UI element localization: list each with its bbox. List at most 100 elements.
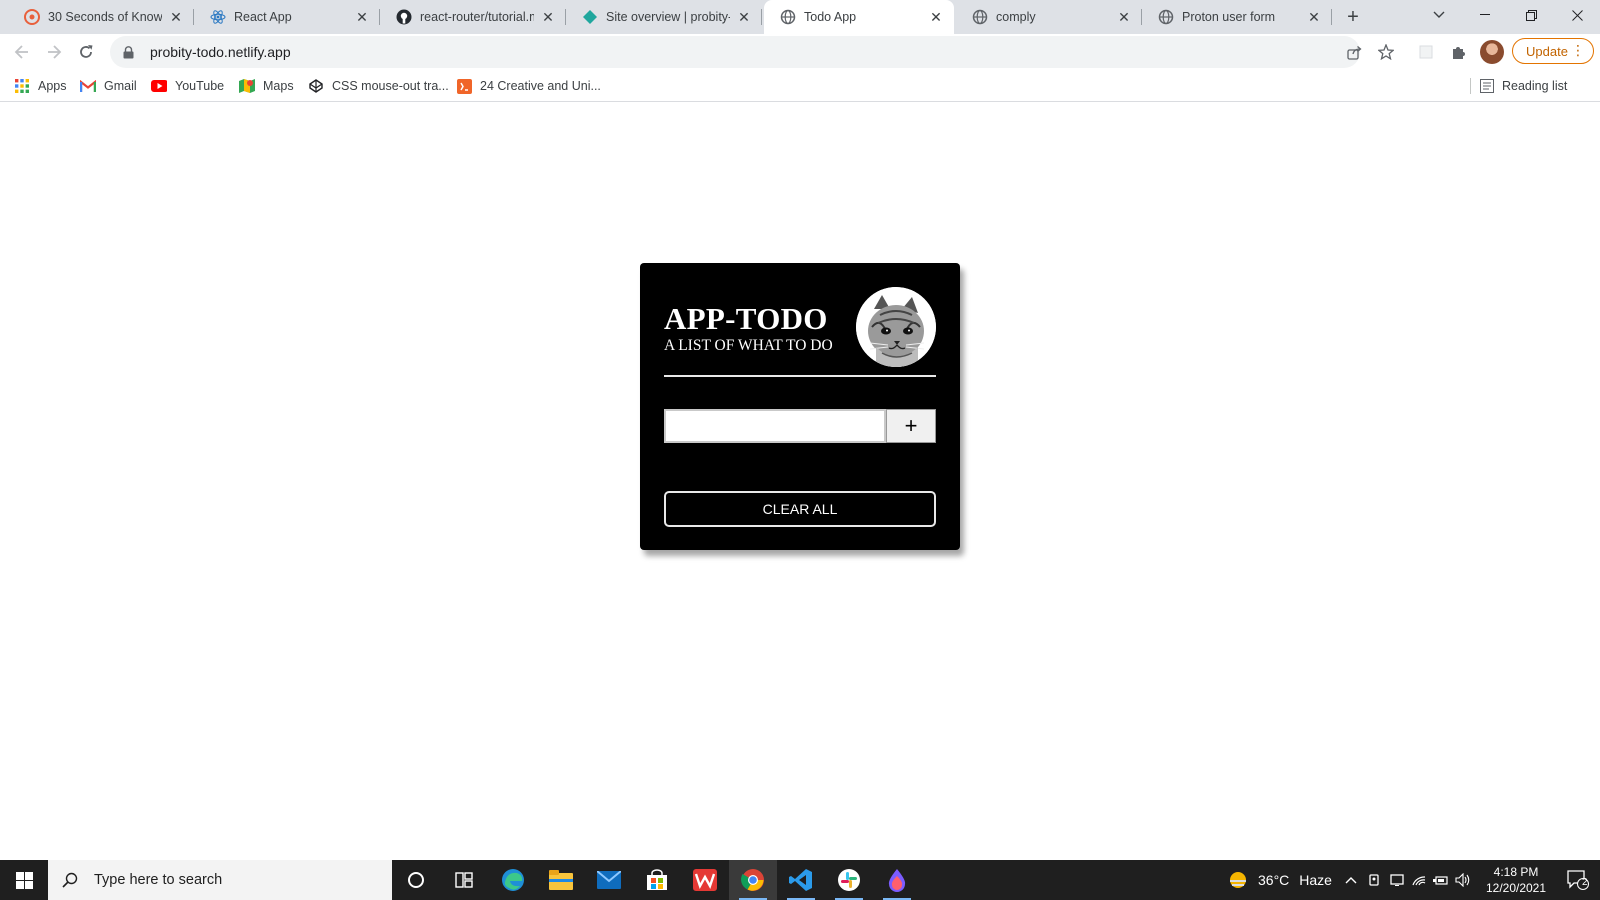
close-icon[interactable]: ✕ bbox=[1116, 9, 1132, 25]
reload-button[interactable] bbox=[72, 38, 100, 66]
restore-button[interactable] bbox=[1508, 0, 1554, 30]
add-todo-button[interactable]: + bbox=[886, 409, 936, 443]
html-icon bbox=[456, 78, 472, 94]
close-icon[interactable]: ✕ bbox=[540, 9, 556, 25]
chrome-icon[interactable] bbox=[729, 860, 777, 900]
windows-logo-icon bbox=[15, 871, 33, 889]
show-hidden-icons-chevron-icon[interactable] bbox=[1340, 860, 1362, 900]
header-divider bbox=[664, 375, 936, 377]
reading-list-button[interactable]: Reading list bbox=[1470, 70, 1568, 102]
display-icon[interactable] bbox=[1386, 860, 1408, 900]
close-icon[interactable]: ✕ bbox=[168, 9, 184, 25]
globe-icon bbox=[972, 9, 988, 25]
clock-time: 4:18 PM bbox=[1493, 865, 1539, 879]
reading-list-label: Reading list bbox=[1502, 79, 1568, 93]
wifi-icon[interactable] bbox=[1408, 860, 1430, 900]
tab-react-app[interactable]: React App ✕ bbox=[194, 0, 380, 34]
back-button[interactable] bbox=[8, 38, 36, 66]
codepen-icon bbox=[308, 78, 324, 94]
extension-placeholder-icon[interactable] bbox=[1412, 38, 1440, 66]
new-tab-button[interactable]: + bbox=[1340, 4, 1366, 30]
start-button[interactable] bbox=[0, 860, 48, 900]
vscode-icon[interactable] bbox=[777, 860, 825, 900]
globe-icon bbox=[780, 9, 796, 25]
tab-title: comply bbox=[996, 10, 1036, 24]
bookmark-maps[interactable]: Maps bbox=[239, 77, 294, 95]
share-icon[interactable] bbox=[1340, 38, 1368, 66]
cat-logo-icon bbox=[856, 287, 936, 367]
bookmark-youtube[interactable]: YouTube bbox=[151, 77, 224, 95]
tab-react-router[interactable]: react-router/tutorial.md ✕ bbox=[380, 0, 566, 34]
store-icon[interactable] bbox=[633, 860, 681, 900]
volume-icon[interactable] bbox=[1452, 860, 1474, 900]
bookmark-css-mouse-out[interactable]: CSS mouse-out tra... bbox=[308, 77, 449, 95]
bookmark-gmail[interactable]: Gmail bbox=[80, 77, 137, 95]
react-icon bbox=[210, 9, 226, 25]
tab-separator bbox=[1331, 9, 1332, 25]
bookmark-apps[interactable]: Apps bbox=[14, 77, 67, 95]
close-icon[interactable]: ✕ bbox=[354, 9, 370, 25]
address-bar[interactable]: probity-todo.netlify.app bbox=[110, 36, 1360, 68]
lock-icon[interactable] bbox=[120, 45, 136, 59]
meet-now-icon[interactable] bbox=[1364, 860, 1386, 900]
tab-site-overview[interactable]: Site overview | probity-t ✕ bbox=[566, 0, 762, 34]
close-icon[interactable]: ✕ bbox=[1306, 9, 1322, 25]
clear-all-button[interactable]: CLEAR ALL bbox=[664, 491, 936, 527]
battery-icon[interactable] bbox=[1430, 860, 1452, 900]
tab-search-chevron-icon[interactable] bbox=[1416, 0, 1462, 30]
wps-icon[interactable] bbox=[681, 860, 729, 900]
bookmark-label: Maps bbox=[263, 79, 294, 93]
tab-30-seconds[interactable]: 30 Seconds of Knowled ✕ bbox=[8, 0, 194, 34]
edge-icon[interactable] bbox=[489, 860, 537, 900]
todo-input[interactable] bbox=[664, 409, 886, 443]
browser-toolbar: probity-todo.netlify.app Update ⋮ bbox=[0, 34, 1600, 70]
update-button[interactable]: Update ⋮ bbox=[1512, 38, 1594, 64]
windows-taskbar: Type here to search 36°C Haze 4:18 PM 12… bbox=[0, 860, 1600, 900]
url-text[interactable]: probity-todo.netlify.app bbox=[150, 44, 291, 60]
tab-todo-app[interactable]: Todo App ✕ bbox=[764, 0, 954, 34]
bookmark-label: CSS mouse-out tra... bbox=[332, 79, 449, 93]
globe-icon bbox=[1158, 9, 1174, 25]
cortana-icon[interactable] bbox=[392, 860, 440, 900]
forward-button[interactable] bbox=[40, 38, 68, 66]
youtube-icon bbox=[151, 78, 167, 94]
close-icon[interactable]: ✕ bbox=[928, 9, 944, 25]
haze-sun-icon bbox=[1228, 870, 1248, 890]
bookmark-24-creative[interactable]: 24 Creative and Uni... bbox=[456, 77, 601, 95]
minimize-button[interactable] bbox=[1462, 0, 1508, 30]
weather-widget[interactable]: 36°C Haze bbox=[1228, 860, 1332, 900]
bookmark-star-icon[interactable] bbox=[1372, 38, 1400, 66]
paint-drop-icon[interactable] bbox=[873, 860, 921, 900]
30-seconds-icon bbox=[24, 9, 40, 25]
tab-comply[interactable]: comply ✕ bbox=[956, 0, 1142, 34]
clock-date: 12/20/2021 bbox=[1485, 881, 1547, 895]
github-icon bbox=[396, 9, 412, 25]
weather-description: Haze bbox=[1299, 872, 1332, 888]
weather-temperature: 36°C bbox=[1258, 872, 1290, 888]
tab-strip: 30 Seconds of Knowled ✕ React App ✕ reac… bbox=[0, 0, 1600, 34]
extensions-puzzle-icon[interactable] bbox=[1444, 38, 1472, 66]
search-placeholder: Type here to search bbox=[94, 872, 223, 888]
file-explorer-icon[interactable] bbox=[537, 860, 585, 900]
mail-icon[interactable] bbox=[585, 860, 633, 900]
tab-title: Proton user form bbox=[1182, 10, 1276, 24]
netlify-icon bbox=[582, 9, 598, 25]
close-window-button[interactable] bbox=[1554, 0, 1600, 30]
gmail-icon bbox=[80, 78, 96, 94]
maps-icon bbox=[239, 78, 255, 94]
bookmark-label: Apps bbox=[38, 79, 67, 93]
bookmark-label: YouTube bbox=[175, 79, 225, 93]
slack-icon[interactable] bbox=[825, 860, 873, 900]
task-view-icon[interactable] bbox=[440, 860, 488, 900]
taskbar-search[interactable]: Type here to search bbox=[48, 860, 392, 900]
system-clock[interactable]: 4:18 PM 12/20/2021 bbox=[1480, 864, 1552, 896]
tab-proton-user-form[interactable]: Proton user form ✕ bbox=[1142, 0, 1332, 34]
app-subtitle: A LIST OF WHAT TO DO bbox=[664, 337, 833, 354]
menu-dots-icon: ⋮ bbox=[1571, 42, 1585, 58]
tab-title: Site overview | probity-t bbox=[606, 10, 730, 24]
apps-grid-icon bbox=[14, 78, 30, 94]
close-icon[interactable]: ✕ bbox=[736, 9, 752, 25]
avatar[interactable] bbox=[1480, 40, 1504, 64]
notification-center-button[interactable]: 2 bbox=[1556, 860, 1600, 900]
search-icon bbox=[62, 872, 78, 888]
